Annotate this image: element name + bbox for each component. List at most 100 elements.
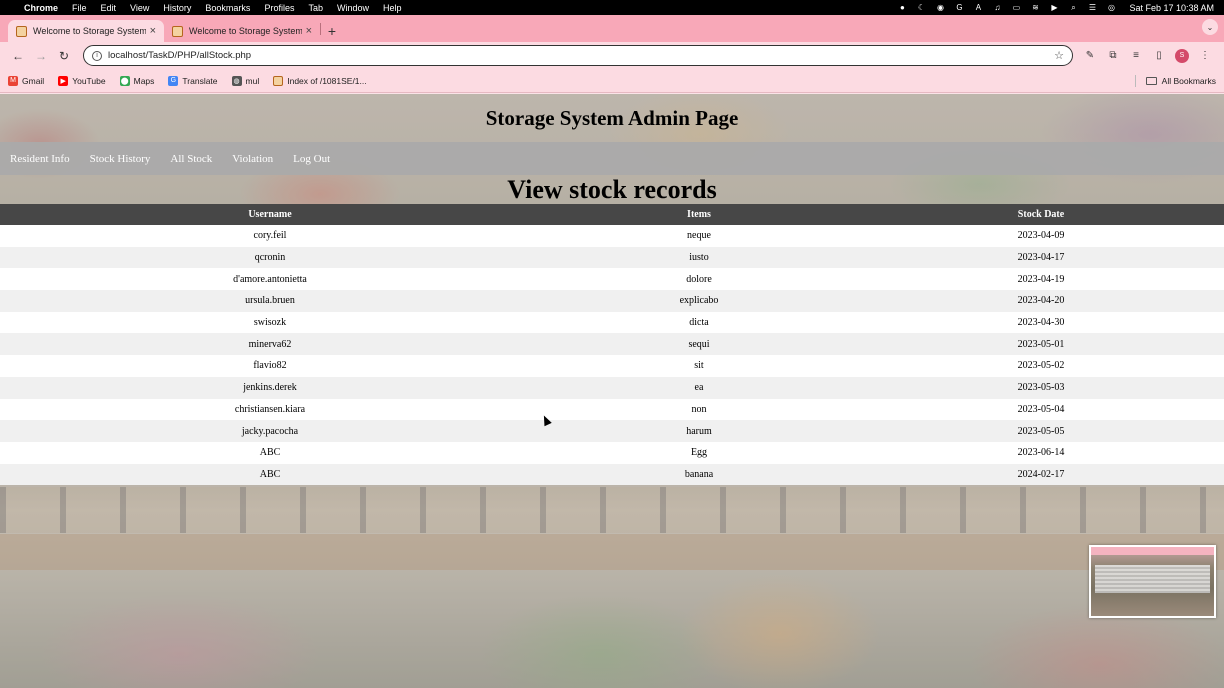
nav-resident-info[interactable]: Resident Info	[10, 153, 70, 165]
bookmarks-bar: M Gmail ▶ YouTube ⬤ Maps G Translate ◍ m…	[0, 69, 1224, 93]
header-username: Username	[0, 204, 540, 225]
nav-violation[interactable]: Violation	[232, 153, 273, 165]
extension-pen-icon[interactable]: ✎	[1083, 49, 1097, 63]
tab-title: Welcome to Storage System	[33, 26, 146, 36]
table-row: cory.feil neque 2023-04-09	[0, 225, 1224, 247]
record-icon[interactable]: ●	[897, 3, 907, 12]
cell-stock-date: 2023-05-02	[858, 355, 1224, 377]
bookmarks-separator	[1134, 74, 1136, 87]
cell-username: ABC	[0, 441, 540, 464]
grammarly-icon[interactable]: G	[954, 3, 964, 12]
nav-stock-history[interactable]: Stock History	[90, 153, 151, 165]
cell-stock-date: 2023-04-17	[858, 246, 1224, 269]
all-bookmarks-button[interactable]: All Bookmarks	[1145, 76, 1216, 86]
background-shelf	[0, 534, 1224, 570]
menu-tab[interactable]: Tab	[308, 3, 323, 13]
menu-profiles[interactable]: Profiles	[264, 3, 294, 13]
table-row: minerva62 sequi 2023-05-01	[0, 333, 1224, 356]
nav-log-out[interactable]: Log Out	[293, 153, 330, 165]
menu-file[interactable]: File	[72, 3, 87, 13]
siri-icon[interactable]: ◎	[1106, 3, 1116, 12]
table-row: jenkins.derek ea 2023-05-03	[0, 376, 1224, 399]
close-tab-icon[interactable]: ×	[150, 25, 156, 37]
menu-app-name[interactable]: Chrome	[24, 3, 58, 13]
menu-help[interactable]: Help	[383, 3, 402, 13]
chat-icon[interactable]: ◉	[935, 3, 945, 12]
cell-stock-date: 2023-05-03	[858, 376, 1224, 399]
media-queue-icon[interactable]: ≡	[1129, 49, 1143, 63]
menu-edit[interactable]: Edit	[101, 3, 117, 13]
table-row: d'amore.antonietta dolore 2023-04-19	[0, 268, 1224, 291]
table-row: ursula.bruen explicabo 2023-04-20	[0, 290, 1224, 312]
menu-view[interactable]: View	[130, 3, 149, 13]
keyboard-input-icon[interactable]: A	[973, 3, 983, 12]
bookmark-star-icon[interactable]: ☆	[1054, 49, 1064, 62]
tab-inactive[interactable]: Welcome to Storage System ×	[164, 20, 320, 42]
translate-icon: G	[168, 75, 179, 86]
bookmark-maps[interactable]: ⬤ Maps	[119, 75, 154, 86]
bookmark-label: Translate	[182, 75, 218, 86]
cell-stock-date: 2023-05-05	[858, 420, 1224, 442]
bookmark-label: YouTube	[72, 75, 106, 86]
cell-items: dicta	[540, 311, 858, 334]
cell-items: harum	[540, 420, 858, 442]
control-center-icon[interactable]: ☰	[1087, 3, 1097, 12]
cell-items: explicabo	[540, 290, 858, 312]
cell-stock-date: 2023-04-20	[858, 290, 1224, 312]
bookmark-label: Gmail	[22, 75, 45, 86]
site-info-icon[interactable]: i	[92, 50, 102, 61]
tab-strip: Welcome to Storage System × Welcome to S…	[0, 15, 1224, 42]
kebab-menu-icon[interactable]: ⋮	[1198, 49, 1212, 63]
url-text[interactable]: localhost/TaskD/PHP/allStock.php	[108, 50, 1054, 61]
bookmark-youtube[interactable]: ▶ YouTube	[58, 75, 106, 86]
tab-active[interactable]: Welcome to Storage System ×	[8, 20, 164, 42]
spotlight-search-icon[interactable]: ⌕	[1068, 3, 1078, 12]
bookmark-gmail[interactable]: M Gmail	[8, 75, 45, 86]
play-icon[interactable]: ▶	[1049, 3, 1059, 12]
battery-icon[interactable]: ▭	[1011, 3, 1021, 12]
side-panel-icon[interactable]: ▯	[1152, 49, 1166, 63]
close-tab-icon[interactable]: ×	[306, 25, 312, 37]
table-row: ABC banana 2024-02-17	[0, 463, 1224, 486]
cell-stock-date: 2024-02-17	[858, 463, 1224, 486]
tab-title: Welcome to Storage System	[189, 26, 302, 36]
new-tab-button[interactable]: +	[321, 20, 343, 42]
wifi-icon[interactable]: ≋	[1030, 3, 1040, 12]
bookmark-mul[interactable]: ◍ mul	[231, 75, 259, 86]
browser-toolbar: ← → ↻ i localhost/TaskD/PHP/allStock.php…	[0, 42, 1224, 69]
nav-all-stock[interactable]: All Stock	[170, 153, 212, 165]
cell-stock-date: 2023-05-01	[858, 333, 1224, 356]
address-bar[interactable]: i localhost/TaskD/PHP/allStock.php ☆	[83, 45, 1073, 66]
table-row: christiansen.kiara non 2023-05-04	[0, 398, 1224, 421]
cell-username: ursula.bruen	[0, 290, 540, 312]
cell-items: neque	[540, 225, 858, 247]
youtube-icon: ▶	[58, 75, 69, 86]
bookmark-index[interactable]: Index of /1081SE/1...	[273, 75, 367, 86]
headphones-icon[interactable]: ♫	[992, 3, 1002, 12]
bookmark-translate[interactable]: G Translate	[168, 75, 218, 86]
menu-bookmarks[interactable]: Bookmarks	[205, 3, 250, 13]
profile-avatar[interactable]: S	[1175, 48, 1189, 63]
background-crates	[0, 487, 1224, 533]
menu-history[interactable]: History	[163, 3, 191, 13]
clock[interactable]: Sat Feb 17 10:38 AM	[1129, 3, 1214, 13]
table-header-row: Username Items Stock Date	[0, 204, 1224, 225]
maps-pin-icon: ⬤	[119, 75, 130, 86]
tab-search-chevron-down-icon[interactable]: ⌄	[1202, 19, 1218, 35]
reload-icon[interactable]: ↻	[54, 46, 74, 66]
cell-stock-date: 2023-06-14	[858, 441, 1224, 464]
cell-username: cory.feil	[0, 225, 540, 247]
bookmark-label: Index of /1081SE/1...	[287, 75, 367, 86]
cell-username: jenkins.derek	[0, 376, 540, 399]
stock-records-table: Username Items Stock Date cory.feil neque…	[0, 204, 1224, 486]
cell-items: non	[540, 398, 858, 421]
back-arrow-icon[interactable]: ←	[8, 46, 28, 66]
moon-icon[interactable]: ☾	[916, 3, 926, 12]
cell-username: christiansen.kiara	[0, 398, 540, 421]
menu-window[interactable]: Window	[337, 3, 369, 13]
screenshot-thumbnail-preview[interactable]	[1089, 545, 1216, 618]
forward-arrow-icon[interactable]: →	[31, 46, 51, 66]
cell-username: minerva62	[0, 333, 540, 356]
extensions-puzzle-icon[interactable]: ⧉	[1106, 49, 1120, 63]
globe-icon: ◍	[231, 75, 242, 86]
